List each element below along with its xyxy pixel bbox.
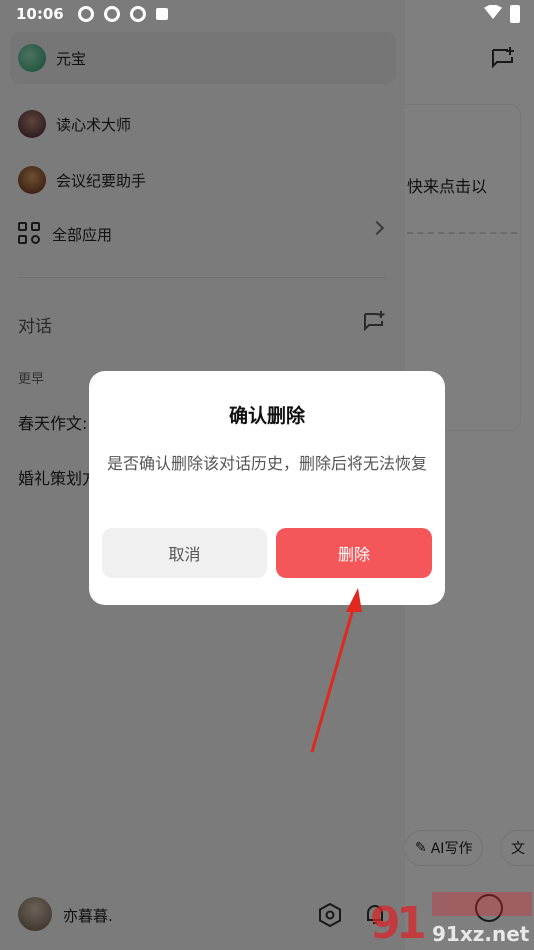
confirm-delete-dialog: 确认删除 是否确认删除该对话历史，删除后将无法恢复 取消 删除 [89, 371, 445, 605]
dialog-title: 确认删除 [228, 405, 305, 427]
svg-text:1: 1 [396, 898, 427, 949]
status-bar: 10:06 [0, 0, 534, 28]
battery-icon [510, 5, 520, 23]
watermark: 9 1 91xz.net [362, 888, 534, 950]
watermark-text: 91xz.net [432, 922, 530, 946]
notification-icon [129, 6, 146, 22]
dialog-message: 是否确认删除该对话历史，删除后将无法恢复 [107, 454, 428, 473]
status-time: 10:06 [16, 5, 64, 23]
cancel-button[interactable]: 取消 [102, 528, 267, 578]
delete-button[interactable]: 删除 [276, 528, 432, 578]
notification-icon [103, 6, 120, 22]
wifi-icon [484, 5, 502, 19]
notification-icon [77, 6, 94, 22]
app-notification-icon [155, 8, 168, 20]
